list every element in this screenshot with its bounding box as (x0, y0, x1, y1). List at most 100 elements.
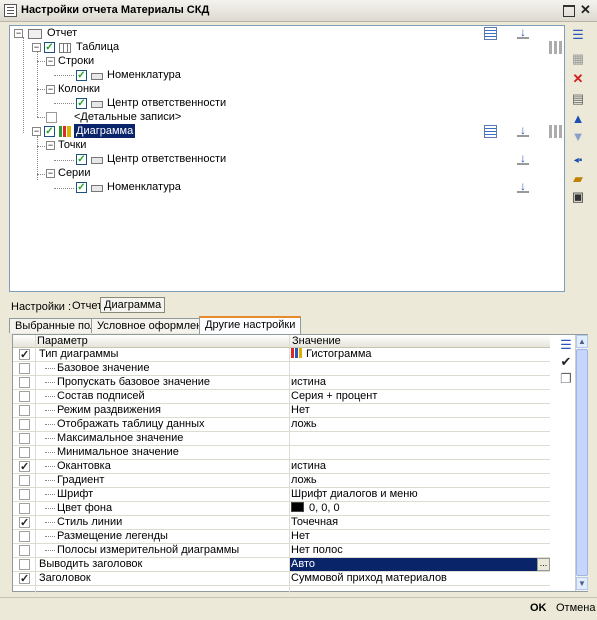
table-row[interactable]: Шрифт Шрифт диалогов и меню (13, 488, 550, 502)
table-row[interactable]: Полосы измерительной диаграммы Нет полос (13, 544, 550, 558)
select-all-icon[interactable]: ☰ (558, 337, 574, 353)
scroll-up-icon[interactable]: ▲ (576, 335, 588, 348)
cancel-button[interactable]: Отмена (556, 602, 595, 614)
delete-icon[interactable]: ✕ (570, 71, 586, 87)
maximize-icon[interactable] (561, 3, 576, 18)
header-param: Параметр (37, 335, 88, 347)
table-row[interactable]: Минимальное значение (13, 446, 550, 460)
param-value-cell[interactable]: Точечная (291, 516, 338, 529)
param-checkbox[interactable]: ✓ (19, 349, 30, 361)
param-value-cell[interactable]: ложь (291, 418, 317, 431)
field-checkbox[interactable]: ✓ (76, 182, 87, 193)
table-row[interactable]: ✓ Окантовка истина (13, 460, 550, 474)
param-checkbox[interactable] (19, 475, 30, 486)
structure-tree[interactable]: − Отчет − ✓ Таблица − Строки ✓ Номенклат… (9, 25, 565, 292)
folder-open-icon[interactable]: ▰ (570, 171, 586, 187)
table-row[interactable]: Базовое значение (13, 362, 550, 376)
param-checkbox[interactable] (19, 447, 30, 458)
collapse-icon[interactable]: − (46, 57, 55, 66)
check-all-icon[interactable]: ✔ (558, 354, 574, 370)
table-row[interactable]: ✓ Тип диаграммы Гистограмма (13, 348, 550, 362)
param-value-cell[interactable]: Серия + процент (291, 390, 377, 403)
param-checkbox[interactable] (19, 433, 30, 444)
close-icon[interactable]: ✕ (578, 3, 593, 18)
param-checkbox[interactable] (19, 489, 30, 500)
ok-button[interactable]: OK (530, 602, 547, 614)
param-checkbox[interactable]: ✓ (19, 517, 30, 529)
collapse-icon[interactable]: − (32, 43, 41, 52)
param-value-cell[interactable]: Нет полос (291, 544, 343, 557)
scroll-down-icon[interactable]: ▼ (576, 577, 588, 590)
param-checkbox[interactable] (19, 405, 30, 416)
parameters-grid[interactable]: Параметр Значение ✓ Тип диаграммы Гистогра… (12, 334, 588, 593)
move-up-icon[interactable]: ▲ (570, 111, 586, 127)
param-checkbox[interactable]: ✓ (19, 461, 30, 473)
table-row[interactable]: Градиент ложь (13, 474, 550, 488)
add-table-icon[interactable]: ▦ (570, 51, 586, 67)
param-checkbox[interactable] (19, 391, 30, 402)
selected-fields-icon[interactable] (484, 125, 497, 138)
param-value-cell[interactable]: Нет (291, 404, 310, 417)
table-row[interactable]: Состав подписей Серия + процент (13, 390, 550, 404)
table-row[interactable]: Цвет фона 0, 0, 0 (13, 502, 550, 516)
table-row[interactable]: Пропускать базовое значение истина (13, 376, 550, 390)
param-value-cell[interactable]: Шрифт диалогов и меню (291, 488, 418, 501)
collapse-icon[interactable]: − (46, 85, 55, 94)
grouping-icon[interactable] (549, 125, 562, 138)
param-checkbox[interactable] (19, 419, 30, 430)
field-checkbox[interactable]: ✓ (76, 70, 87, 81)
order-icon[interactable] (517, 25, 530, 40)
settings-report-link[interactable]: Отчет (72, 300, 102, 312)
collapse-icon[interactable]: − (46, 141, 55, 150)
param-value-cell[interactable]: истина (291, 460, 326, 473)
field-checkbox[interactable]: ✓ (76, 98, 87, 109)
table-row[interactable]: Выводить заголовок Авто... (13, 558, 550, 572)
param-value: ложь (291, 474, 317, 486)
param-value-cell[interactable]: истина (291, 376, 326, 389)
tab-other-settings[interactable]: Другие настройки (199, 316, 302, 334)
param-value-cell[interactable]: ложь (291, 474, 317, 487)
details-checkbox[interactable] (46, 112, 57, 123)
grid-scrollbar[interactable]: ▲ ▼ (575, 335, 588, 591)
table-row[interactable]: ✓ Заголовок Суммовой приход материалов (13, 572, 550, 586)
selected-fields-icon[interactable] (484, 27, 497, 40)
collapse-icon[interactable]: − (32, 127, 41, 136)
table-row[interactable]: Максимальное значение (13, 432, 550, 446)
select-button[interactable]: ... (537, 558, 550, 571)
order-icon[interactable] (517, 151, 530, 166)
param-value-cell[interactable]: Нет (291, 530, 310, 543)
scroll-thumb[interactable] (576, 349, 588, 576)
collapse-icon[interactable]: − (14, 29, 23, 38)
grouping-icon[interactable] (549, 41, 562, 54)
field-icon (91, 157, 103, 164)
param-value-cell[interactable]: Суммовой приход материалов (291, 572, 447, 585)
save-icon[interactable]: ▣ (570, 189, 586, 205)
param-checkbox[interactable]: ✓ (19, 573, 30, 585)
param-checkbox[interactable] (19, 503, 30, 514)
param-value-cell[interactable]: 0, 0, 0 (291, 502, 340, 515)
order-icon[interactable] (517, 179, 530, 194)
param-checkbox[interactable] (19, 531, 30, 542)
table-row[interactable]: ✓ Стиль линии Точечная (13, 516, 550, 530)
collapse-icon[interactable]: − (46, 169, 55, 178)
param-checkbox[interactable] (19, 559, 30, 570)
table-checkbox[interactable]: ✓ (44, 42, 55, 53)
table-row[interactable]: Отображать таблицу данных ложь (13, 418, 550, 432)
table-row[interactable]: Режим раздвижения Нет (13, 404, 550, 418)
param-checkbox[interactable] (19, 363, 30, 374)
param-value-cell[interactable]: Гистограмма (291, 348, 372, 361)
edit-icon[interactable]: ▤ (570, 91, 586, 107)
param-name: Режим раздвижения (57, 404, 161, 416)
move-down-icon[interactable]: ▼ (570, 129, 586, 145)
move-left-icon[interactable]: ◂▪ (570, 153, 586, 169)
add-grouping-icon[interactable]: ☰ (570, 27, 586, 43)
value-editor[interactable]: Авто... (290, 558, 550, 571)
settings-chart-link[interactable]: Диаграмма (100, 297, 166, 313)
field-checkbox[interactable]: ✓ (76, 154, 87, 165)
param-checkbox[interactable] (19, 377, 30, 388)
uncheck-all-icon[interactable]: ❐ (558, 371, 574, 387)
param-checkbox[interactable] (19, 545, 30, 556)
table-row[interactable]: Размещение легенды Нет (13, 530, 550, 544)
order-icon[interactable] (517, 123, 530, 138)
chart-checkbox[interactable]: ✓ (44, 126, 55, 137)
